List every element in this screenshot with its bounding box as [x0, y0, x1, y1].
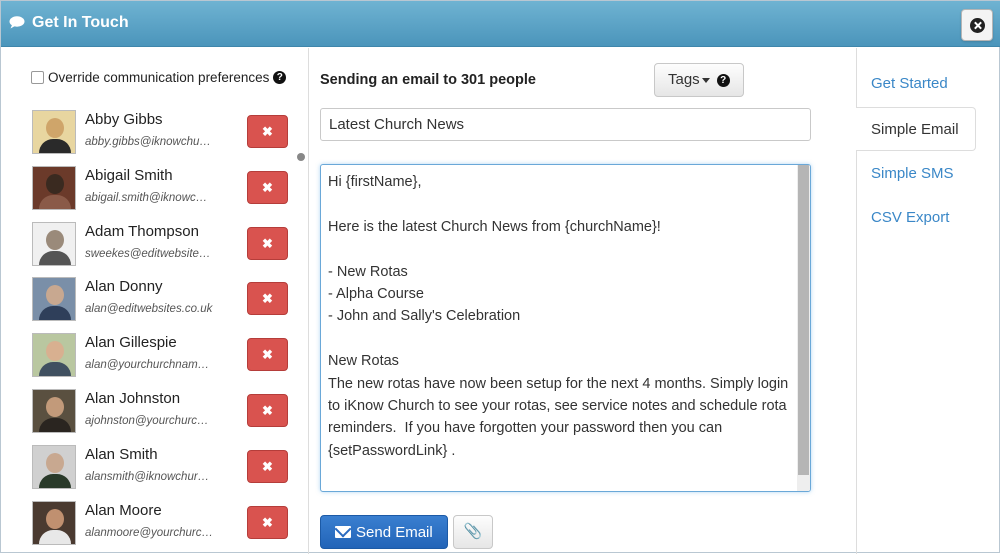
contact-email: alan@yourchurchnam…: [85, 359, 210, 372]
avatar: [32, 110, 76, 154]
contact-name: Alan Johnston: [85, 390, 181, 407]
message-body-textarea[interactable]: Hi {firstName}, Here is the latest Churc…: [320, 164, 811, 492]
contact-email: alanmoore@yourchurc…: [85, 526, 214, 539]
contact-row: Alan Moore alanmoore@yourchurc… ✖: [32, 497, 292, 545]
tab-navigation: Get Started Simple Email Simple SMS CSV Exp…: [856, 48, 1000, 554]
tab-get-started[interactable]: Get Started: [857, 62, 977, 106]
avatar: [32, 221, 76, 266]
contact-name: Alan Moore: [85, 501, 162, 519]
avatar-body: [39, 139, 71, 153]
close-icon: [970, 18, 985, 33]
avatar: [32, 333, 76, 378]
paperclip-icon: 📎: [463, 523, 483, 540]
remove-icon: ✖: [262, 514, 273, 530]
textarea-scrollbar[interactable]: [797, 165, 810, 491]
remove-icon: ✖: [262, 291, 273, 307]
contact-row: Alan Smith alansmith@iknowchur… ✖: [32, 441, 292, 489]
remove-icon: ✖: [262, 235, 273, 251]
scroll-indicator[interactable]: [297, 153, 305, 161]
scrollbar-thumb[interactable]: [798, 165, 809, 475]
tab-simple-sms[interactable]: Simple SMS: [857, 152, 977, 196]
remove-contact-button[interactable]: ✖: [247, 394, 288, 427]
contact-row: Abigail Smith abigail.smith@iknowc… ✖: [32, 162, 292, 210]
avatar-head: [46, 118, 64, 138]
recipient-list: Override communication preferences ? Abb…: [1, 48, 309, 554]
avatar-head: [46, 173, 64, 194]
avatar-head: [46, 452, 64, 473]
contact-row: Alan Johnston ajohnston@yourchurc… ✖: [32, 385, 292, 433]
avatar-body: [39, 473, 71, 488]
avatar-body: [39, 529, 71, 544]
get-in-touch-modal: Get In Touch Override communication pref…: [0, 0, 1000, 554]
send-email-button[interactable]: Send Email: [320, 515, 448, 549]
remove-icon: ✖: [262, 458, 273, 474]
contact-email: sweekes@editwebsite…: [85, 247, 211, 260]
remove-icon: ✖: [262, 403, 273, 418]
contact-row: Alan Gillespie alan@yourchurchnam… ✖: [32, 329, 292, 378]
tab-simple-email[interactable]: Simple Email: [856, 106, 976, 151]
contact-email: alan@editwebsites.co.uk: [85, 303, 213, 316]
avatar: [32, 389, 76, 433]
avatar-head: [46, 508, 64, 529]
avatar-body: [39, 194, 71, 209]
avatar: [32, 500, 76, 545]
remove-icon: ✖: [262, 347, 273, 363]
avatar: [32, 444, 76, 489]
message-body-text: Hi {firstName}, Here is the latest Churc…: [328, 174, 789, 459]
contact-row: Abby Gibbs abby.gibbs@iknowchu… ✖: [32, 106, 292, 154]
avatar-head: [46, 229, 64, 250]
avatar-body: [39, 250, 71, 265]
remove-icon: ✖: [262, 179, 273, 195]
avatar-body: [39, 306, 71, 321]
attach-file-button[interactable]: 📎: [453, 515, 493, 549]
remove-contact-button[interactable]: ✖: [247, 115, 288, 148]
help-icon[interactable]: ?: [273, 71, 287, 84]
avatar-head: [46, 397, 64, 417]
remove-contact-button[interactable]: ✖: [247, 226, 288, 260]
override-preferences[interactable]: Override communication preferences ?: [31, 70, 287, 85]
tags-help-icon: ?: [716, 73, 730, 87]
remove-contact-button[interactable]: ✖: [247, 449, 288, 483]
remove-contact-button[interactable]: ✖: [247, 170, 288, 204]
remove-contact-button[interactable]: ✖: [247, 505, 288, 539]
avatar: [32, 165, 76, 210]
modal-header: Get In Touch: [1, 1, 1000, 47]
contact-name: Adam Thompson: [85, 222, 199, 240]
tab-csv-export[interactable]: CSV Export: [857, 196, 977, 240]
contact-email: abby.gibbs@iknowchu…: [85, 136, 211, 148]
remove-icon: ✖: [262, 124, 273, 139]
contact-email: ajohnston@yourchurc…: [85, 415, 209, 427]
avatar-body: [39, 418, 71, 432]
contact-email: alansmith@iknowchur…: [85, 470, 210, 483]
compose-panel: Sending an email to 301 people Tags ? La…: [310, 48, 855, 554]
avatar-head: [46, 285, 64, 306]
avatar-head: [46, 341, 64, 362]
close-button[interactable]: [961, 9, 993, 41]
envelope-icon: [335, 526, 351, 538]
avatar: [32, 277, 76, 322]
send-email-label: Send Email: [356, 523, 433, 541]
subject-input[interactable]: Latest Church News: [320, 108, 811, 141]
contact-name: Alan Gillespie: [85, 334, 177, 352]
tags-label: Tags: [668, 71, 700, 88]
avatar-body: [39, 362, 71, 377]
remove-contact-button[interactable]: ✖: [247, 338, 288, 372]
recipient-count-heading: Sending an email to 301 people: [320, 72, 536, 88]
caret-down-icon: [701, 77, 710, 83]
override-checkbox[interactable]: [31, 71, 44, 84]
contact-email: abigail.smith@iknowc…: [85, 191, 208, 204]
contact-name: Abigail Smith: [85, 166, 173, 184]
contact-name: Alan Smith: [85, 445, 158, 463]
override-label: Override communication preferences: [48, 70, 270, 85]
contact-name: Abby Gibbs: [85, 111, 163, 128]
chat-bubble-icon: [9, 16, 25, 29]
contact-row: Alan Donny alan@editwebsites.co.uk ✖: [32, 273, 292, 322]
contact-name: Alan Donny: [85, 278, 163, 296]
tags-button[interactable]: Tags ?: [654, 63, 744, 97]
modal-title: Get In Touch: [32, 14, 129, 31]
contact-row: Adam Thompson sweekes@editwebsite… ✖: [32, 218, 292, 266]
remove-contact-button[interactable]: ✖: [247, 282, 288, 316]
